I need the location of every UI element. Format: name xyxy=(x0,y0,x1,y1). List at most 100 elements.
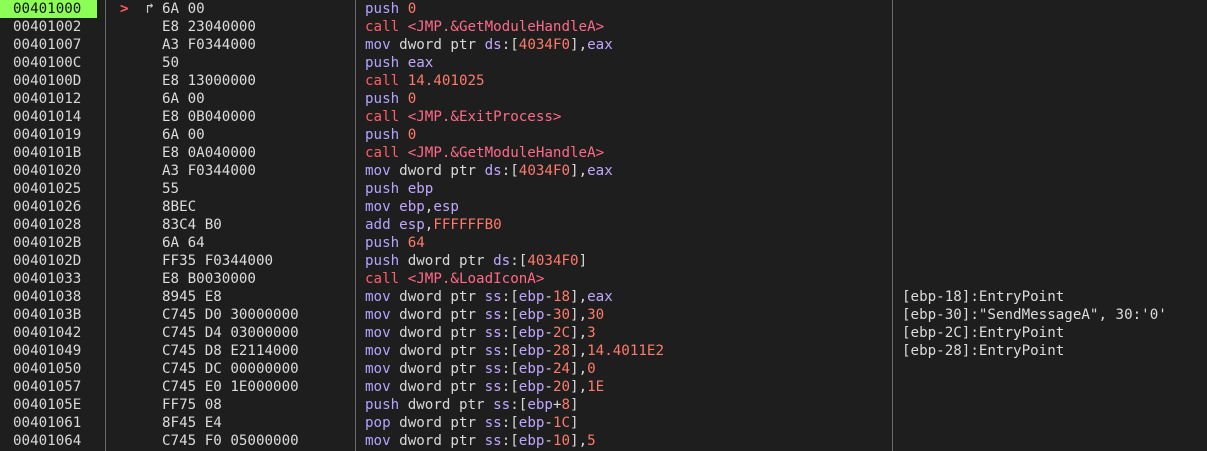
address-cell[interactable]: 00401025 xyxy=(13,180,105,198)
address-cell[interactable]: 00401033 xyxy=(13,270,105,288)
instruction-cell[interactable]: push 64 xyxy=(365,234,890,252)
disassembly-row[interactable]: 00401025 55 push ebp xyxy=(0,180,1207,198)
disassembly-row[interactable]: 00401014 E8 0B040000 call <JMP.&ExitProces… xyxy=(0,108,1207,126)
instruction-cell[interactable]: mov ebp,esp xyxy=(365,198,890,216)
instruction-token: ], xyxy=(570,433,588,449)
disassembly-row[interactable]: 0040105E FF75 08 push dword ptr ss:[ebp+8] xyxy=(0,396,1207,414)
instruction-token: 20 xyxy=(552,379,571,395)
disassembly-row[interactable]: 0040100C 50 push eax xyxy=(0,54,1207,72)
disassembly-row[interactable]: 00401064 C745 F0 05000000 mov dword ptr ss… xyxy=(0,432,1207,450)
instruction-token: :[ xyxy=(501,361,519,377)
instruction-cell[interactable]: push 0 xyxy=(365,126,890,144)
bytes-cell: 6A 00 xyxy=(162,127,205,143)
instruction-cell[interactable]: mov dword ptr ss:[ebp-2C],3 xyxy=(365,324,890,342)
address-cell[interactable]: 0040105E xyxy=(13,396,105,414)
disassembly-row[interactable]: 00401038 8945 E8 mov dword ptr ss:[ebp-18]… xyxy=(0,288,1207,306)
bytes-cell: E8 0A040000 xyxy=(162,145,256,161)
address-cell[interactable]: 00401050 xyxy=(13,360,105,378)
instruction-token: ebp xyxy=(399,199,425,215)
disassembly-view[interactable]: 00401000 > ↱ 6A 00 push 0 00401002 E8 2304000… xyxy=(0,0,1207,451)
address-cell[interactable]: 00401020 xyxy=(13,162,105,180)
disassembly-row[interactable]: 00401000 > ↱ 6A 00 push 0 xyxy=(0,0,1207,18)
bytes-cell: C745 D0 30000000 xyxy=(162,307,299,323)
address-cell[interactable]: 00401042 xyxy=(13,324,105,342)
disassembly-row[interactable]: 0040103B C745 D0 30000000 mov dword ptr ss… xyxy=(0,306,1207,324)
address-cell[interactable]: 0040103B xyxy=(13,306,105,324)
address-cell[interactable]: 00401007 xyxy=(13,36,105,54)
disassembly-row[interactable]: 0040102D FF35 F0344000 push dword ptr ds:[… xyxy=(0,252,1207,270)
disassembly-row[interactable]: 0040100D E8 13000000 call 14.401025 xyxy=(0,72,1207,90)
instruction-cell[interactable]: push dword ptr ss:[ebp+8] xyxy=(365,396,890,414)
address-cell[interactable]: 00401012 xyxy=(13,90,105,108)
address-cell[interactable]: 00401061 xyxy=(13,414,105,432)
address-cell[interactable]: 00401002 xyxy=(13,18,105,36)
disassembly-row[interactable]: 00401028 83C4 B0 add esp,FFFFFFB0 xyxy=(0,216,1207,234)
disassembly-row[interactable]: 00401042 C745 D4 03000000 mov dword ptr ss… xyxy=(0,324,1207,342)
instruction-cell[interactable]: mov dword ptr ss:[ebp-28],14.4011E2 xyxy=(365,342,890,360)
instruction-cell[interactable]: pop dword ptr ss:[ebp-1C] xyxy=(365,414,890,432)
instruction-cell[interactable]: mov dword ptr ds:[4034F0],eax xyxy=(365,36,890,54)
instruction-token: call xyxy=(365,73,408,89)
disassembly-row[interactable]: 00401007 A3 F0344000 mov dword ptr ds:[403… xyxy=(0,36,1207,54)
instruction-cell[interactable]: call <JMP.&GetModuleHandleA> xyxy=(365,18,890,36)
instruction-cell[interactable]: mov dword ptr ds:[4034F0],eax xyxy=(365,162,890,180)
instruction-cell[interactable]: mov dword ptr ss:[ebp-24],0 xyxy=(365,360,890,378)
address-cell[interactable]: 0040100C xyxy=(13,54,105,72)
instruction-cell[interactable]: call <JMP.&LoadIconA> xyxy=(365,270,890,288)
instruction-token: eax xyxy=(587,37,613,53)
instruction-token: ds xyxy=(484,163,502,179)
address-cell[interactable]: 0040102D xyxy=(13,252,105,270)
instruction-token: :[ xyxy=(510,253,528,269)
address-cell[interactable]: 00401019 xyxy=(13,126,105,144)
comment-cell xyxy=(902,180,1207,198)
disassembly-row[interactable]: 00401012 6A 00 push 0 xyxy=(0,90,1207,108)
instruction-cell[interactable]: mov dword ptr ss:[ebp-20],1E xyxy=(365,378,890,396)
disassembly-row[interactable]: 00401026 8BEC mov ebp,esp xyxy=(0,198,1207,216)
instruction-token: :[ xyxy=(501,433,519,449)
instruction-cell[interactable]: call <JMP.&GetModuleHandleA> xyxy=(365,144,890,162)
address-cell[interactable]: 0040101B xyxy=(13,144,105,162)
comment-cell xyxy=(902,378,1207,396)
instruction-cell[interactable]: add esp,FFFFFFB0 xyxy=(365,216,890,234)
bytes-cell: 8BEC xyxy=(162,199,197,215)
instruction-token: ss xyxy=(484,325,502,341)
disassembly-row[interactable]: 00401002 E8 23040000 call <JMP.&GetModuleH… xyxy=(0,18,1207,36)
address-cell[interactable]: 00401064 xyxy=(13,432,105,450)
disassembly-row[interactable]: 00401033 E8 B0030000 call <JMP.&LoadIconA> xyxy=(0,270,1207,288)
address-cell[interactable]: 0040102B xyxy=(13,234,105,252)
disassembly-row[interactable]: 00401057 C745 E0 1E000000 mov dword ptr ss… xyxy=(0,378,1207,396)
instruction-cell[interactable]: call <JMP.&ExitProcess> xyxy=(365,108,890,126)
instruction-cell[interactable]: push 0 xyxy=(365,0,890,18)
disassembly-row[interactable]: 00401061 8F45 E4 pop dword ptr ss:[ebp-1C] xyxy=(0,414,1207,432)
instruction-cell[interactable]: mov dword ptr ss:[ebp-30],30 xyxy=(365,306,890,324)
instruction-cell[interactable]: push 0 xyxy=(365,90,890,108)
instruction-cell[interactable]: push ebp xyxy=(365,180,890,198)
address-cell[interactable]: 00401026 xyxy=(13,198,105,216)
instruction-cell[interactable]: call 14.401025 xyxy=(365,72,890,90)
address-cell[interactable]: 00401057 xyxy=(13,378,105,396)
instruction-token: mov xyxy=(365,433,400,449)
instruction-token: dword ptr xyxy=(399,343,485,359)
disassembly-row[interactable]: 00401050 C745 DC 00000000 mov dword ptr ss… xyxy=(0,360,1207,378)
instruction-token: FFFFFFB0 xyxy=(433,217,502,233)
instruction-token: :[ xyxy=(501,163,519,179)
disassembly-row[interactable]: 00401049 C745 D8 E2114000 mov dword ptr ss… xyxy=(0,342,1207,360)
instruction-cell[interactable]: push dword ptr ds:[4034F0] xyxy=(365,252,890,270)
address-cell[interactable]: 0040100D xyxy=(13,72,105,90)
address-cell[interactable]: 00401028 xyxy=(13,216,105,234)
instruction-cell[interactable]: mov dword ptr ss:[ebp-18],eax xyxy=(365,288,890,306)
disassembly-row[interactable]: 00401019 6A 00 push 0 xyxy=(0,126,1207,144)
instruction-token: call xyxy=(365,271,408,287)
instruction-token: eax xyxy=(587,163,613,179)
instruction-token: push xyxy=(365,55,408,71)
address-cell[interactable]: 00401038 xyxy=(13,288,105,306)
address-cell[interactable]: 00401000 xyxy=(0,0,97,18)
disassembly-row[interactable]: 0040102B 6A 64 push 64 xyxy=(0,234,1207,252)
instruction-token: 5 xyxy=(587,433,596,449)
instruction-cell[interactable]: push eax xyxy=(365,54,890,72)
instruction-cell[interactable]: mov dword ptr ss:[ebp-10],5 xyxy=(365,432,890,450)
address-cell[interactable]: 00401014 xyxy=(13,108,105,126)
disassembly-row[interactable]: 00401020 A3 F0344000 mov dword ptr ds:[403… xyxy=(0,162,1207,180)
disassembly-row[interactable]: 0040101B E8 0A040000 call <JMP.&GetModuleH… xyxy=(0,144,1207,162)
address-cell[interactable]: 00401049 xyxy=(13,342,105,360)
